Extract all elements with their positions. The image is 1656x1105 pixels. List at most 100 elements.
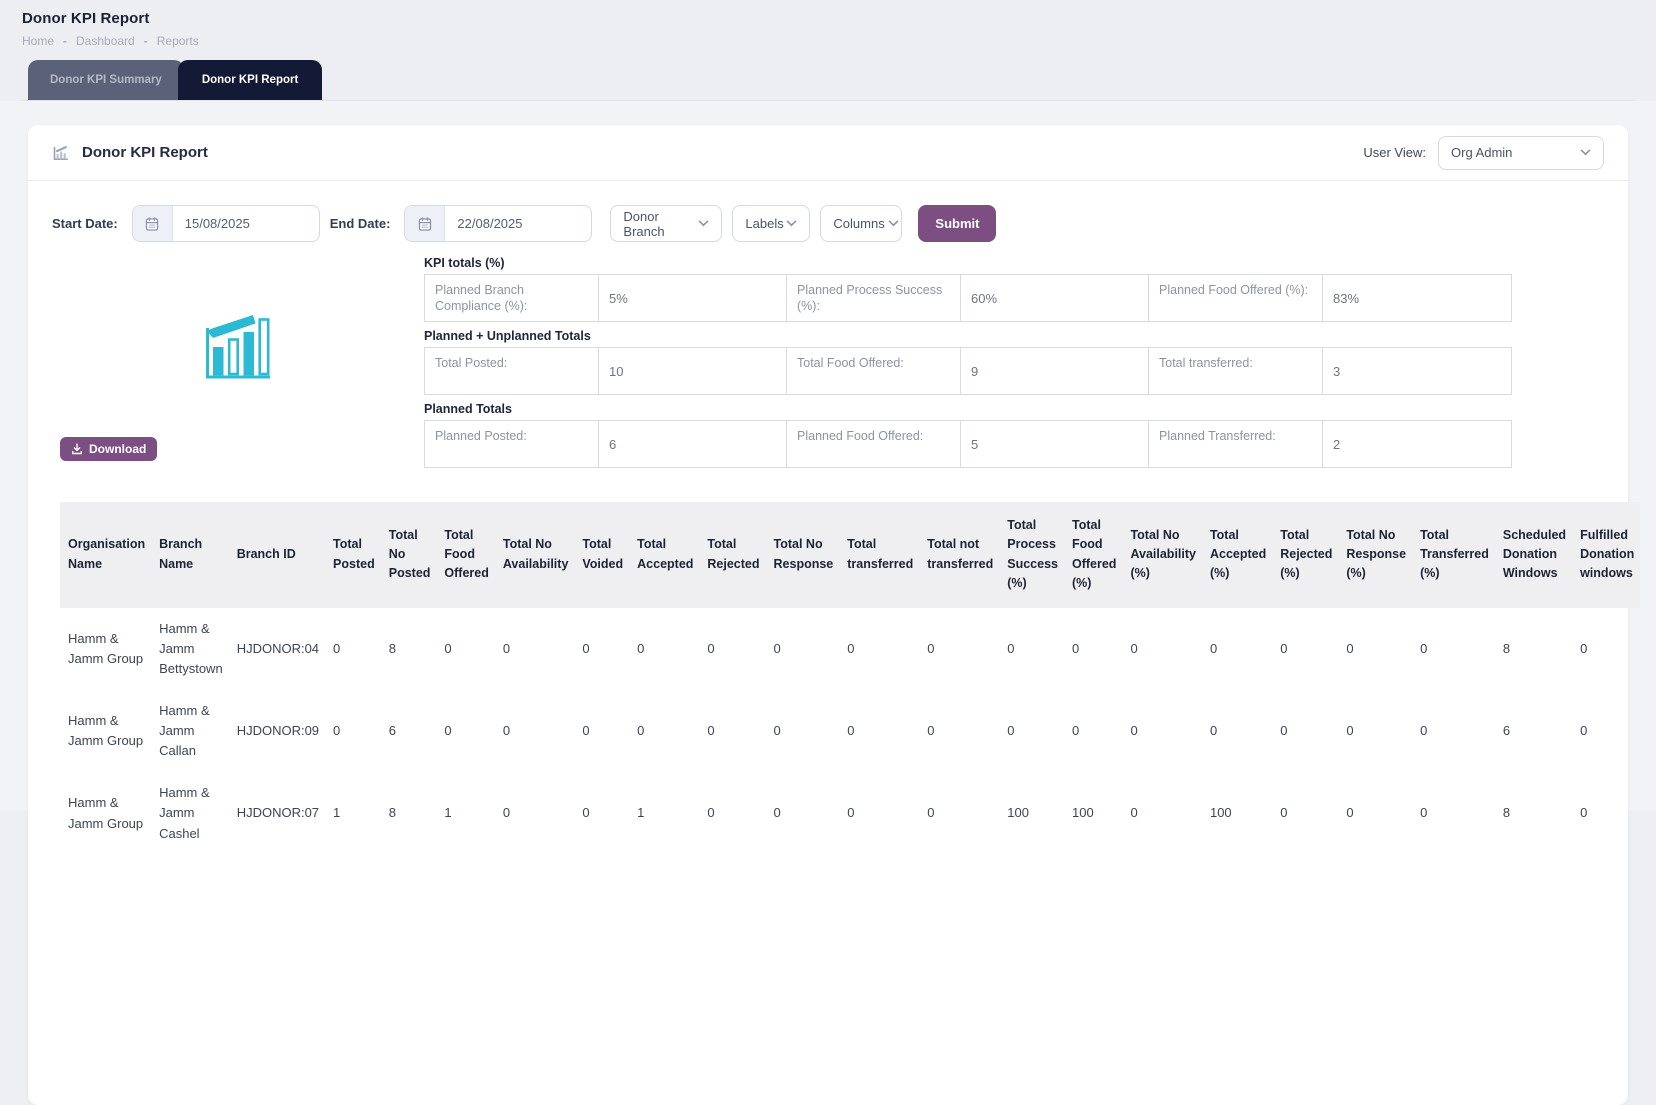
table-cell: Hamm & Jamm Group (60, 772, 151, 854)
kpi-section-heading: Planned Totals (424, 402, 1512, 416)
kpi-label: Total Food Offered: (787, 348, 961, 394)
breadcrumb-item[interactable]: Dashboard (76, 34, 135, 48)
card-title: Donor KPI Report (82, 144, 208, 161)
table-cell: 0 (919, 772, 999, 854)
kpi-value: 5% (599, 275, 787, 322)
table-cell: 0 (766, 608, 840, 690)
kpi-section: KPI totals (%)Planned Branch Compliance … (424, 256, 1512, 322)
bar-chart-icon (52, 144, 70, 162)
table-cell: 0 (574, 690, 629, 772)
table-cell: 0 (1338, 690, 1412, 772)
chevron-down-icon (888, 220, 899, 227)
table-cell: 0 (436, 690, 494, 772)
page-title: Donor KPI Report (22, 10, 1634, 27)
end-date-input[interactable] (445, 206, 591, 241)
kpi-value: 83% (1323, 275, 1511, 322)
table-cell: 0 (699, 690, 765, 772)
calendar-icon[interactable] (133, 206, 173, 241)
table-cell: 0 (1412, 690, 1495, 772)
labels-label: Labels (745, 216, 783, 231)
kpi-label: Planned Branch Compliance (%): (425, 275, 599, 322)
table-cell: 0 (1122, 772, 1202, 854)
columns-select[interactable]: Columns (820, 205, 902, 242)
filters-bar: Start Date: End Date: (28, 181, 1628, 254)
kpi-label: Planned Transferred: (1149, 421, 1323, 467)
table-cell: 0 (1572, 690, 1640, 772)
table-cell: 0 (1572, 608, 1640, 690)
kpi-value: 60% (961, 275, 1149, 322)
report-card: Donor KPI Report User View: Org Admin St… (28, 125, 1628, 1105)
table-cell: 6 (381, 690, 437, 772)
end-date-label: End Date: (330, 216, 391, 231)
table-cell: 0 (1122, 608, 1202, 690)
column-header: Fulfilled Donation windows (1572, 502, 1640, 608)
kpi-label: Total transferred: (1149, 348, 1323, 394)
column-header: Total Transferred (%) (1412, 502, 1495, 608)
breadcrumb-item[interactable]: Home (22, 34, 54, 48)
table-cell: 0 (1338, 772, 1412, 854)
table-cell: 1 (629, 772, 699, 854)
table-cell: 0 (699, 772, 765, 854)
calendar-icon[interactable] (405, 206, 445, 241)
table-cell: 1 (436, 772, 494, 854)
labels-select[interactable]: Labels (732, 205, 810, 242)
kpi-summary-tables: KPI totals (%)Planned Branch Compliance … (424, 256, 1512, 468)
table-cell: 0 (629, 690, 699, 772)
column-header: Total Rejected (%) (1272, 502, 1338, 608)
table-cell: Hamm & Jamm Group (60, 608, 151, 690)
table-cell: 0 (999, 608, 1064, 690)
breadcrumb-item[interactable]: Reports (157, 34, 199, 48)
start-date-input[interactable] (173, 206, 319, 241)
kpi-section: Planned Totals Planned Posted:6Planned Fo… (424, 402, 1512, 468)
kpi-row: Total Posted:10Total Food Offered:9Total… (424, 347, 1512, 395)
breadcrumb-separator: - (63, 34, 67, 48)
table-cell: Hamm & Jamm Cashel (151, 772, 229, 854)
start-date-label: Start Date: (52, 216, 118, 231)
tab-donor-kpi-summary[interactable]: Donor KPI Summary (28, 60, 184, 100)
table-cell: 0 (999, 690, 1064, 772)
user-view-value: Org Admin (1451, 145, 1512, 160)
end-date-group (404, 205, 592, 242)
kpi-row: Planned Posted:6Planned Food Offered:5Pl… (424, 420, 1512, 468)
submit-button[interactable]: Submit (918, 205, 996, 242)
table-cell: HJDONOR:07 (229, 772, 325, 854)
column-header: Total Voided (574, 502, 629, 608)
tab-donor-kpi-report[interactable]: Donor KPI Report (178, 60, 322, 100)
page-header: Donor KPI Report Home-Dashboard-Reports … (0, 0, 1656, 101)
card-header: Donor KPI Report User View: Org Admin (28, 125, 1628, 180)
user-view-label: User View: (1363, 145, 1426, 160)
kpi-label: Planned Food Offered: (787, 421, 961, 467)
kpi-value: 3 (1323, 348, 1511, 394)
table-cell: 0 (699, 608, 765, 690)
table-cell: 8 (381, 608, 437, 690)
table-cell: 0 (1338, 608, 1412, 690)
kpi-section-heading: Planned + Unplanned Totals (424, 329, 1512, 343)
breadcrumb-separator: - (144, 34, 148, 48)
table-cell: 0 (629, 608, 699, 690)
table-cell: 100 (1202, 772, 1272, 854)
table-cell: 0 (839, 608, 919, 690)
column-header: Total Accepted (%) (1202, 502, 1272, 608)
donor-branch-label: Donor Branch (623, 209, 698, 239)
user-view-select[interactable]: Org Admin (1438, 136, 1604, 170)
table-cell: 0 (436, 608, 494, 690)
kpi-area: Download KPI totals (%)Planned Branch Co… (28, 254, 1628, 468)
download-button[interactable]: Download (60, 437, 157, 461)
column-header: Total No Availability (495, 502, 575, 608)
column-header: Total not transferred (919, 502, 999, 608)
download-label: Download (89, 442, 146, 456)
kpi-value: 6 (599, 421, 787, 467)
table-cell: 0 (325, 690, 381, 772)
table-cell: 8 (1495, 608, 1572, 690)
column-header: Total Food Offered (%) (1064, 502, 1122, 608)
table-cell: Hamm & Jamm Group (60, 690, 151, 772)
table-row: Hamm & Jamm GroupHamm & Jamm CashelHJDON… (60, 772, 1640, 854)
donor-branch-select[interactable]: Donor Branch (610, 205, 722, 242)
table-cell: 0 (574, 608, 629, 690)
column-header: Total Food Offered (436, 502, 494, 608)
table-cell: 0 (1572, 772, 1640, 854)
start-date-group (132, 205, 320, 242)
kpi-label: Planned Process Success (%): (787, 275, 961, 322)
table-cell: 0 (1412, 772, 1495, 854)
table-cell: 0 (1202, 690, 1272, 772)
